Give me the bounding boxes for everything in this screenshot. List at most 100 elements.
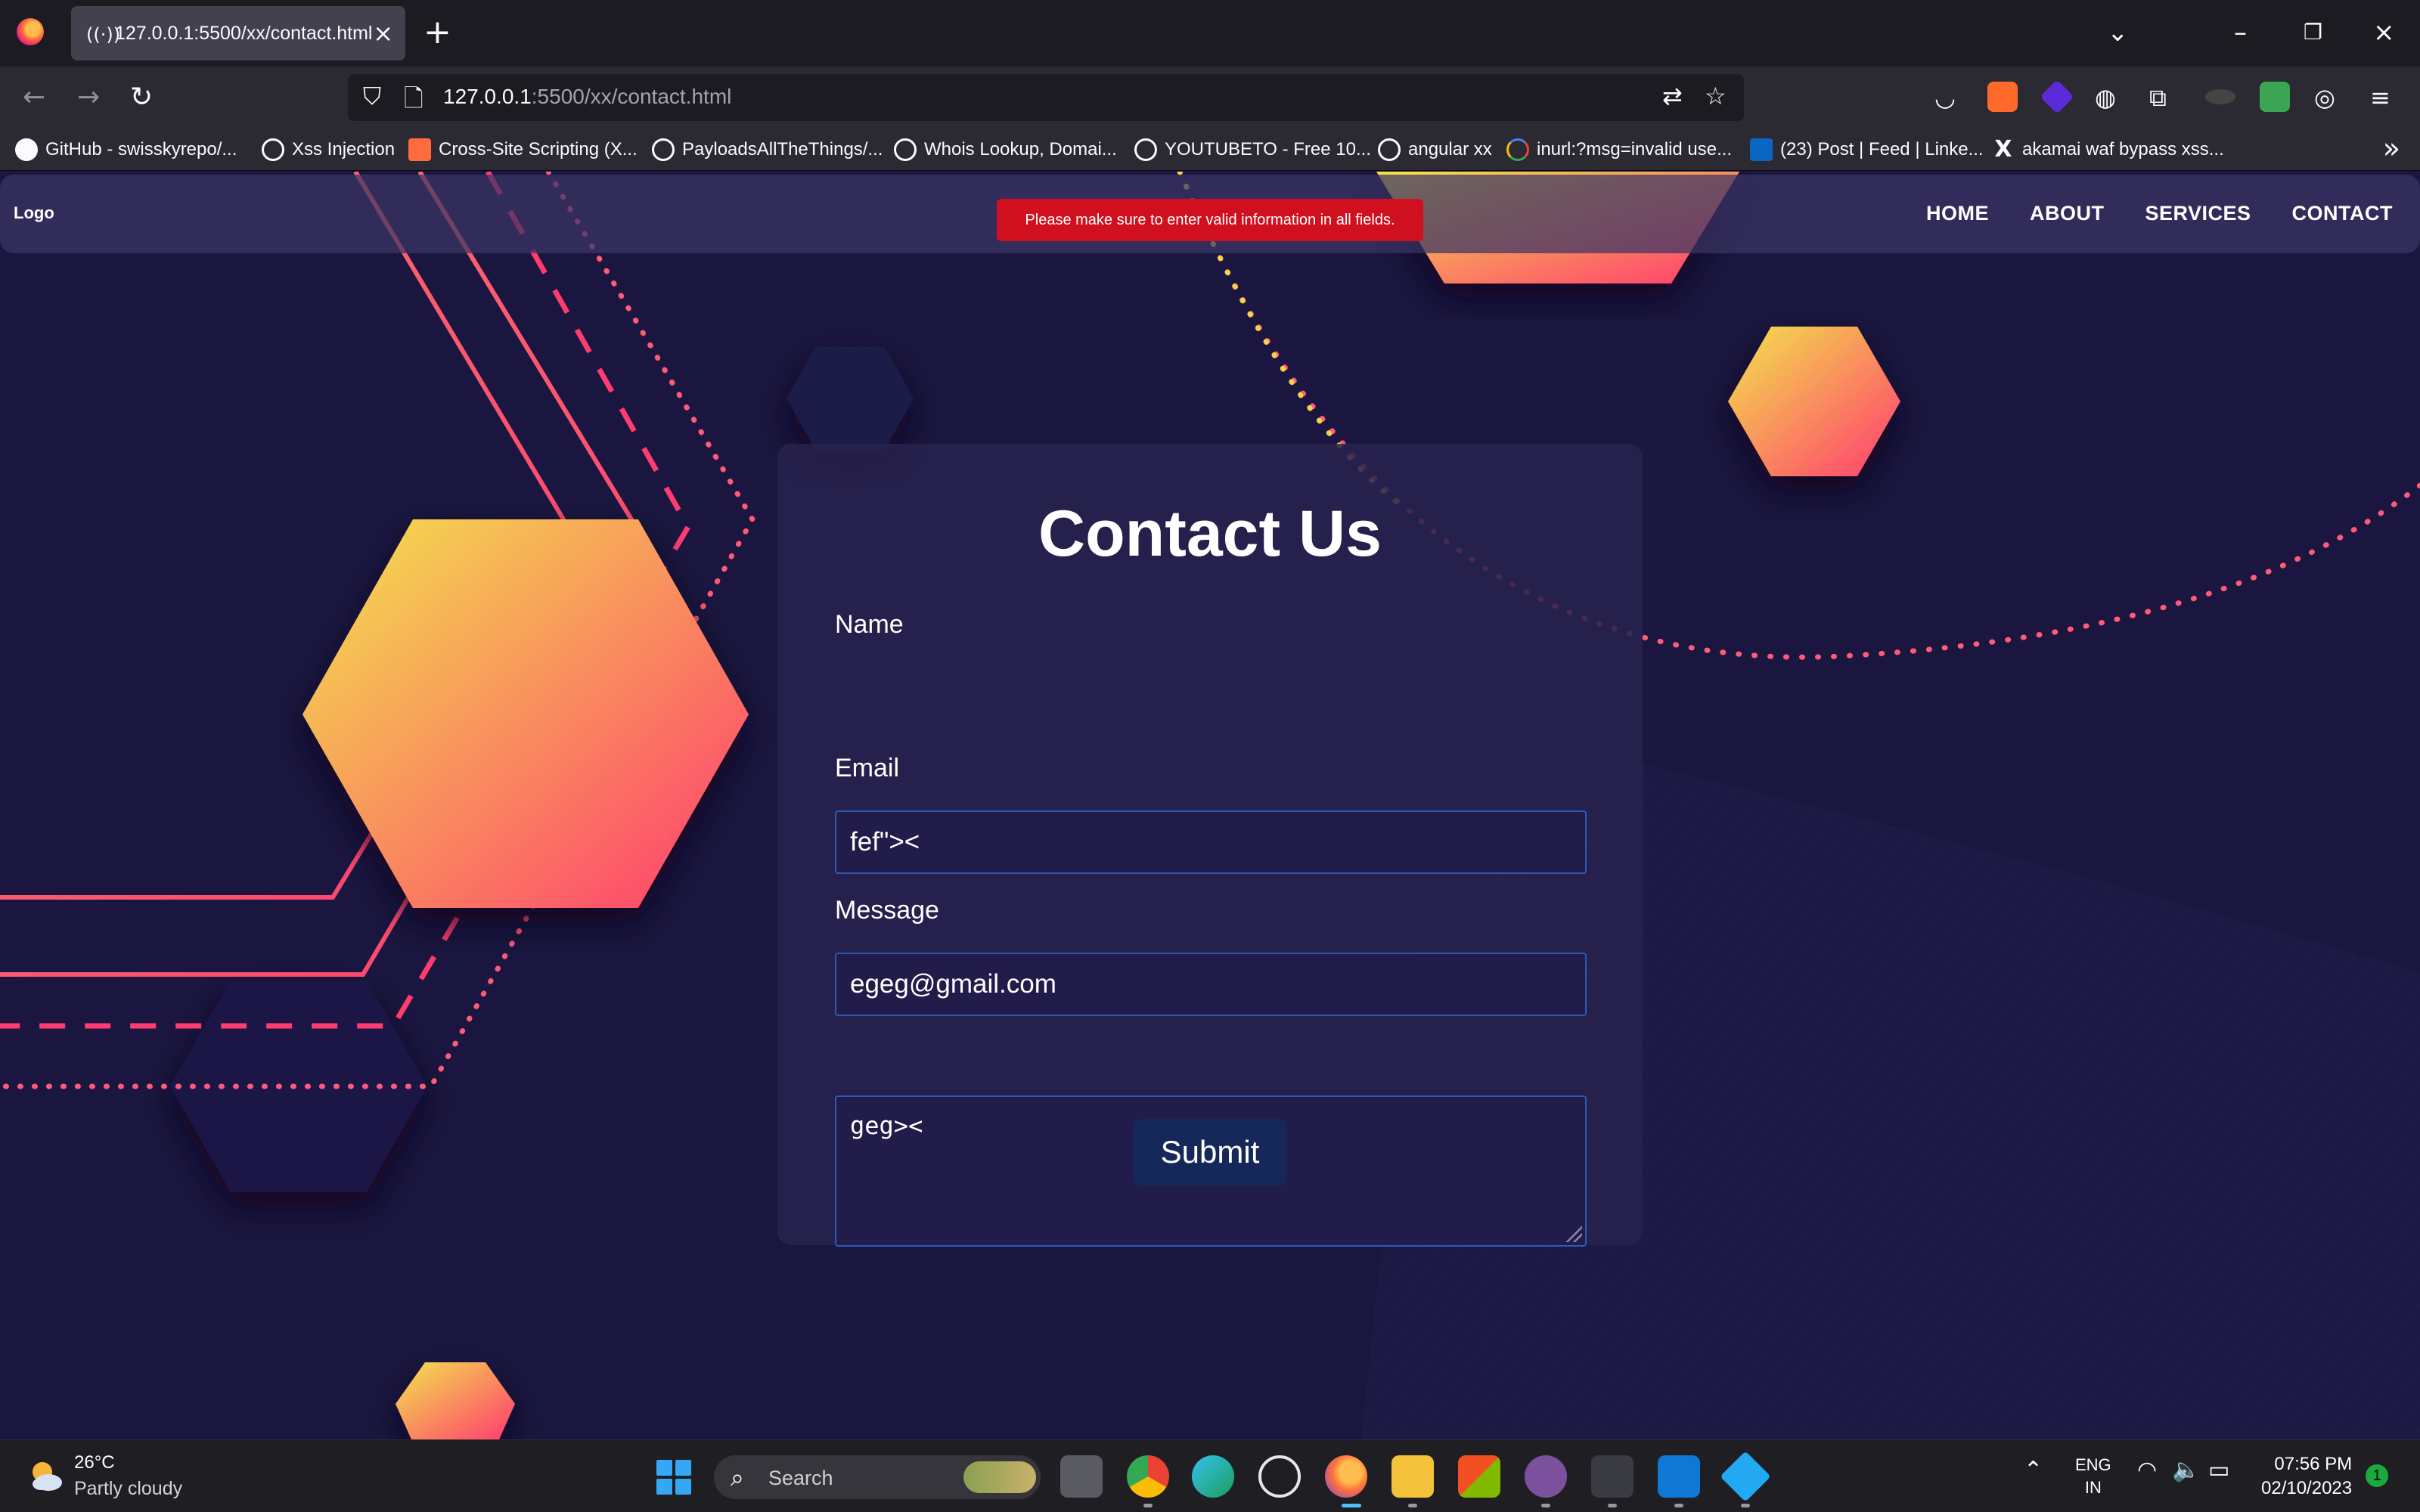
forward-icon[interactable]: →: [77, 79, 100, 116]
tab-title: 127.0.0.1:5500/xx/contact.html: [115, 23, 373, 44]
bookmark-xss-injection[interactable]: Xss Injection: [262, 135, 395, 165]
region-code: IN: [2084, 1478, 2102, 1497]
terminal-icon[interactable]: [1591, 1455, 1634, 1498]
more-bookmarks-icon[interactable]: »: [2383, 132, 2400, 165]
bookmark-favicon-icon: [408, 138, 431, 161]
volume-icon[interactable]: 🔈: [2172, 1457, 2200, 1483]
tab-close-icon[interactable]: ×: [373, 18, 393, 48]
message-text: geg><: [850, 1111, 923, 1140]
star-icon[interactable]: ☆: [1705, 82, 1727, 110]
file-explorer-icon[interactable]: [1392, 1455, 1434, 1498]
bookmark-github[interactable]: GitHub - swisskyrepo/...: [15, 135, 237, 165]
wifi-icon[interactable]: ◠: [2137, 1457, 2157, 1483]
pocket-icon[interactable]: ◡: [1934, 79, 1956, 116]
globe-icon: [1378, 138, 1401, 161]
address-bar[interactable]: ⛉ 🗋 127.0.0.1:5500/xx/contact.html ⇄ ☆: [348, 74, 1744, 121]
page-title: Contact Us: [1038, 497, 1382, 570]
weather-temperature[interactable]: 26°C: [74, 1452, 115, 1473]
translate-icon[interactable]: ⇄: [1662, 82, 1683, 110]
weather-description[interactable]: Partly cloudy: [74, 1478, 182, 1500]
running-indicator: [1674, 1504, 1683, 1507]
firefox-taskbar-icon[interactable]: [1325, 1455, 1367, 1498]
google-icon: [1506, 138, 1529, 161]
battery-icon[interactable]: ▭: [2208, 1457, 2229, 1483]
submit-button[interactable]: Submit: [1133, 1119, 1287, 1185]
running-indicator: [1408, 1504, 1417, 1507]
browser-tab-bar: ((·)) 127.0.0.1:5500/xx/contact.html × +…: [0, 0, 2420, 67]
notification-badge[interactable]: 1: [2366, 1464, 2388, 1487]
obs-icon[interactable]: [1258, 1455, 1301, 1498]
back-icon[interactable]: ←: [23, 79, 45, 116]
system-clock[interactable]: 07:56 PM 02/10/2023: [2261, 1452, 2352, 1501]
nav-link-home[interactable]: HOME: [1926, 202, 1989, 225]
globe-icon: [894, 138, 917, 161]
search-highlight-icon: [963, 1461, 1036, 1493]
shield-icon[interactable]: ⛉: [363, 82, 381, 111]
x-logo-icon: X: [1994, 136, 2012, 163]
active-tab[interactable]: ((·)) 127.0.0.1:5500/xx/contact.html ×: [71, 6, 405, 60]
validation-alert: Please make sure to enter valid informat…: [997, 199, 1423, 241]
globe-icon[interactable]: ◎: [2314, 79, 2335, 116]
globe-icon: [1134, 138, 1157, 161]
firefox-logo-icon[interactable]: [17, 18, 44, 45]
bookmark-angular[interactable]: angular xx: [1378, 135, 1492, 165]
viber-icon[interactable]: [1525, 1455, 1567, 1498]
browser-nav-bar: ← → ↻ ⛉ 🗋 127.0.0.1:5500/xx/contact.html…: [0, 67, 2420, 129]
nav-link-about[interactable]: ABOUT: [2030, 202, 2105, 225]
running-indicator: [1143, 1504, 1153, 1507]
nav-link-services[interactable]: SERVICES: [2145, 202, 2251, 225]
search-icon: ⌕: [731, 1463, 744, 1492]
language-indicator[interactable]: ENG IN: [2075, 1454, 2111, 1499]
hamburger-menu-icon[interactable]: ≡: [2370, 79, 2391, 116]
extension-hat-icon[interactable]: [2205, 89, 2235, 104]
partly-cloudy-icon[interactable]: [26, 1457, 65, 1496]
extension-green-icon[interactable]: [2260, 82, 2290, 112]
linkedin-icon: [1750, 138, 1773, 161]
extension-fox-icon[interactable]: [1987, 82, 2018, 112]
bookmark-payloads[interactable]: PayloadsAllTheThings/...: [652, 135, 883, 165]
nav-link-contact[interactable]: CONTACT: [2292, 202, 2393, 225]
name-label: Name: [835, 610, 904, 639]
name-field[interactable]: fef"><: [835, 810, 1587, 874]
close-window-icon[interactable]: ×: [2373, 14, 2395, 51]
store-icon[interactable]: [1458, 1455, 1500, 1498]
cookie-icon[interactable]: ◍: [2095, 79, 2116, 116]
bookmark-linkedin[interactable]: (23) Post | Feed | Linke...: [1750, 135, 1984, 165]
page-info-icon[interactable]: 🗋: [404, 82, 424, 122]
new-tab-icon[interactable]: +: [424, 14, 451, 51]
restore-icon[interactable]: ❐: [2304, 14, 2322, 51]
bookmark-inurl[interactable]: inurl:?msg=invalid use...: [1506, 135, 1732, 165]
chrome-icon[interactable]: [1127, 1455, 1169, 1498]
globe-icon: [262, 138, 284, 161]
language-code: ENG: [2075, 1455, 2111, 1474]
active-indicator: [1342, 1504, 1361, 1507]
bookmark-youtubeto[interactable]: YOUTUBETO - Free 10...: [1134, 135, 1371, 165]
resize-handle-icon[interactable]: [1564, 1224, 1582, 1242]
extension-diamond-icon[interactable]: [2040, 79, 2074, 114]
bookmark-whois[interactable]: Whois Lookup, Domai...: [894, 135, 1117, 165]
running-indicator: [1741, 1504, 1750, 1507]
bookmark-cross-site-scripting[interactable]: Cross-Site Scripting (X...: [408, 135, 638, 165]
contact-form-card: Contact Us Name fef">< Email egeg@gmail.…: [777, 444, 1643, 1247]
bookmark-akamai[interactable]: Xakamai waf bypass xss...: [1992, 135, 2223, 165]
taskbar-search[interactable]: ⌕ Search: [714, 1455, 1041, 1499]
vscode-icon[interactable]: [1720, 1451, 1771, 1502]
running-indicator: [1541, 1504, 1550, 1507]
show-hidden-icons-icon[interactable]: ⌃: [2024, 1457, 2043, 1483]
url-text[interactable]: 127.0.0.1:5500/xx/contact.html: [443, 85, 731, 109]
clock-time: 07:56 PM: [2274, 1454, 2353, 1474]
github-icon: [15, 138, 38, 161]
mail-icon[interactable]: [1658, 1455, 1700, 1498]
extensions-puzzle-icon[interactable]: ⧉: [2149, 79, 2167, 116]
edge-icon[interactable]: [1192, 1455, 1234, 1498]
site-logo[interactable]: Logo: [14, 203, 54, 223]
list-all-tabs-icon[interactable]: ⌄: [2107, 14, 2129, 51]
minimize-icon[interactable]: –: [2234, 14, 2247, 51]
reload-icon[interactable]: ↻: [130, 79, 153, 116]
email-field[interactable]: egeg@gmail.com: [835, 953, 1587, 1016]
windows-start-icon[interactable]: [656, 1460, 691, 1495]
clock-date: 02/10/2023: [2261, 1478, 2353, 1498]
email-label: Email: [835, 754, 900, 782]
web-page: Logo HOME ABOUT SERVICES CONTACT Please …: [0, 172, 2420, 1439]
task-view-icon[interactable]: [1060, 1455, 1103, 1498]
